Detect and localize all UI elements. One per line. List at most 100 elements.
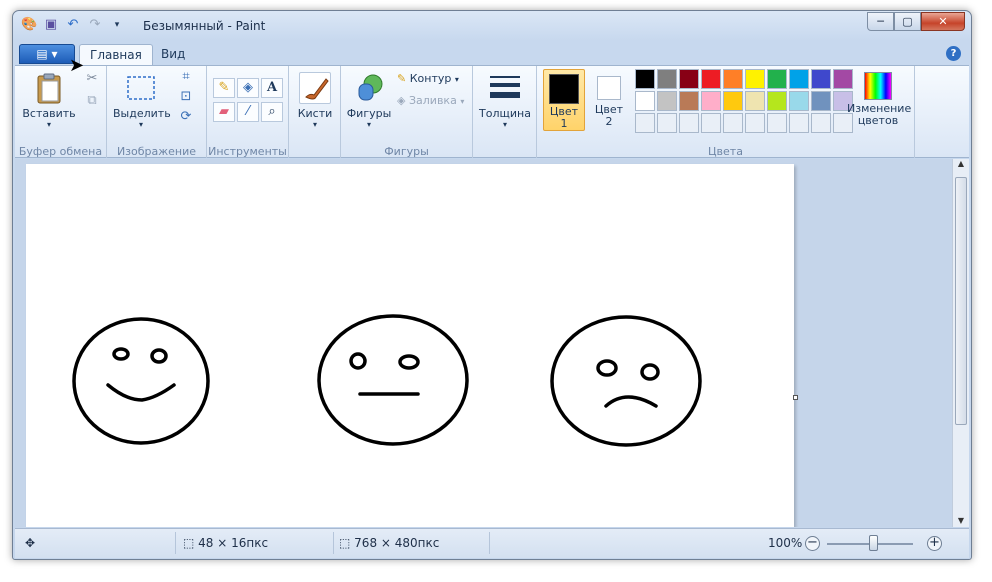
magnifier-icon[interactable]: ⌕ [261, 102, 283, 122]
color1-button[interactable]: Цвет 1 [543, 69, 585, 131]
cursor-position-icon: ✥ [25, 536, 36, 550]
palette-swatch[interactable] [745, 91, 765, 111]
copy-icon[interactable]: ⧉ [83, 92, 101, 110]
scroll-down-icon[interactable]: ▼ [953, 516, 969, 525]
brushes-button[interactable]: Кисти ▾ [295, 72, 335, 129]
palette-swatch[interactable] [767, 69, 787, 89]
palette-swatch[interactable] [635, 113, 655, 133]
palette-swatch[interactable] [789, 113, 809, 133]
ribbon: Вставить ▾ ✂ ⧉ Буфер обмена Выделить ▾ ⌗… [15, 65, 969, 158]
zoom-slider-thumb[interactable] [869, 535, 878, 551]
palette-swatch[interactable] [811, 69, 831, 89]
select-button[interactable]: Выделить ▾ [113, 72, 171, 129]
redo-icon[interactable]: ↷ [87, 17, 103, 33]
palette-swatch[interactable] [811, 113, 831, 133]
minimize-button[interactable]: ─ [867, 12, 894, 31]
brushes-group: Кисти ▾ [289, 66, 341, 158]
size-button[interactable]: Толщина ▾ [479, 72, 531, 129]
palette-swatch[interactable] [767, 113, 787, 133]
color1-swatch [549, 74, 579, 104]
color1-label: Цвет 1 [549, 105, 579, 130]
zoom-in-button[interactable]: + [927, 536, 942, 551]
clipboard-group: Вставить ▾ ✂ ⧉ Буфер обмена [15, 66, 107, 158]
palette-swatch[interactable] [635, 69, 655, 89]
undo-icon[interactable]: ↶ [65, 17, 81, 33]
color-picker-icon[interactable]: ⁄ [237, 102, 259, 122]
palette-swatch[interactable] [701, 69, 721, 89]
paste-label: Вставить [22, 107, 76, 120]
palette-swatch[interactable] [745, 69, 765, 89]
palette-swatch[interactable] [789, 91, 809, 111]
fill-bucket-icon[interactable]: ◈ [237, 78, 259, 98]
palette-swatch[interactable] [811, 91, 831, 111]
vertical-scrollbar[interactable]: ▲ ▼ [952, 159, 969, 527]
palette-swatch[interactable] [679, 69, 699, 89]
palette-swatch[interactable] [701, 113, 721, 133]
rotate-icon[interactable]: ⟳ [177, 108, 195, 126]
clipboard-group-label: Буфер обмена [18, 145, 103, 158]
palette-swatch[interactable] [701, 91, 721, 111]
help-icon[interactable]: ? [946, 46, 961, 61]
qat-customize-icon[interactable]: ▾ [109, 17, 125, 33]
drawing-canvas[interactable] [26, 164, 794, 527]
pencil-icon[interactable]: ✎ [213, 78, 235, 98]
color2-swatch [597, 76, 621, 100]
selection-size-value: 48 × 16пкс [198, 536, 269, 550]
selection-size-icon: ⬚ [183, 536, 195, 550]
smiley-face-neutral [317, 314, 469, 446]
fill-label: Заливка [408, 94, 457, 107]
palette-swatch[interactable] [657, 69, 677, 89]
maximize-button[interactable]: ▢ [894, 12, 921, 31]
palette-swatch[interactable] [723, 91, 743, 111]
close-button[interactable]: ✕ [921, 12, 965, 31]
shapes-button[interactable]: Фигуры ▾ [345, 72, 393, 129]
ribbon-tabs: ▤ ▾ Главная Вид ? [19, 43, 967, 65]
palette-swatch[interactable] [723, 113, 743, 133]
size-group: Толщина ▾ [473, 66, 537, 158]
paint-menu-button[interactable]: ▤ ▾ [19, 44, 75, 64]
canvas-drawing [72, 314, 702, 447]
fill-button[interactable]: ◈ Заливка ▾ [397, 94, 464, 107]
palette-swatch[interactable] [657, 113, 677, 133]
resize-icon[interactable]: ⊡ [177, 88, 195, 106]
tools-group-label: Инструменты [208, 145, 287, 158]
palette-swatch[interactable] [679, 113, 699, 133]
quick-access-toolbar: 🎨 ▣ ↶ ↷ ▾ [21, 17, 125, 33]
image-group-label: Изображение [116, 145, 197, 158]
palette-swatch[interactable] [679, 91, 699, 111]
smiley-face-happy [72, 317, 210, 445]
tab-home[interactable]: Главная [79, 44, 153, 65]
window-title: Безымянный - Paint [143, 19, 266, 33]
scrollbar-thumb[interactable] [955, 177, 967, 425]
crop-icon[interactable]: ⌗ [177, 68, 195, 86]
shapes-group: Фигуры ▾ ✎ Контур ▾ ◈ Заливка ▾ Фигуры [341, 66, 473, 158]
scroll-up-icon[interactable]: ▲ [953, 159, 969, 168]
palette-swatch[interactable] [723, 69, 743, 89]
edit-colors-button[interactable]: Изменение цветов [843, 72, 913, 127]
palette-swatch[interactable] [635, 91, 655, 111]
mouse-cursor-icon: ➤ [69, 55, 85, 76]
palette-swatch[interactable] [767, 91, 787, 111]
save-icon[interactable]: ▣ [43, 17, 59, 33]
select-label: Выделить [113, 107, 171, 120]
paint-app-icon[interactable]: 🎨 [21, 17, 37, 33]
zoom-out-button[interactable]: − [805, 536, 820, 551]
palette-swatch[interactable] [657, 91, 677, 111]
text-tool-icon[interactable]: A [261, 78, 283, 98]
eraser-icon[interactable]: ▰ [213, 102, 235, 122]
paste-button[interactable]: Вставить ▾ [21, 72, 77, 129]
canvas-resize-handle[interactable] [793, 395, 798, 400]
outline-pencil-icon: ✎ [397, 72, 407, 85]
shapes-icon [353, 72, 385, 104]
zoom-level: 100% [768, 536, 803, 550]
smiley-face-sad [550, 315, 702, 447]
palette-swatch[interactable] [745, 113, 765, 133]
tab-view[interactable]: Вид [151, 44, 195, 65]
palette-swatch[interactable] [789, 69, 809, 89]
fill-icon: ◈ [397, 94, 406, 107]
brushes-label: Кисти [297, 107, 333, 120]
cut-icon[interactable]: ✂ [83, 70, 101, 88]
image-size: ⬚ 768 × 480пкс [339, 536, 439, 550]
outline-button[interactable]: ✎ Контур ▾ [397, 72, 459, 85]
color2-button[interactable]: Цвет 2 [589, 69, 629, 131]
